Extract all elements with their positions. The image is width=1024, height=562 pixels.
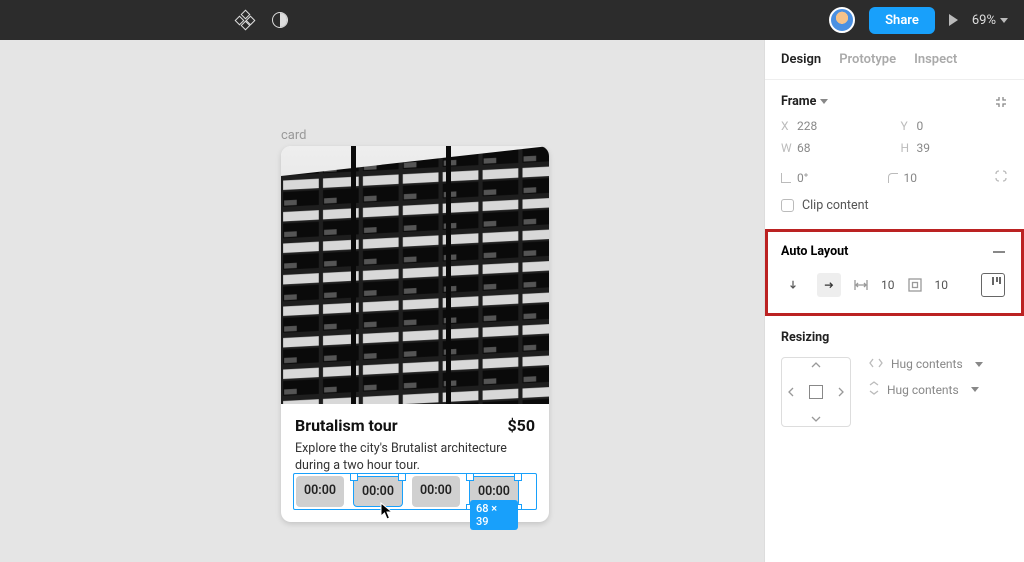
properties-panel: Design Prototype Inspect Frame X228 Y0 W… (764, 40, 1024, 562)
time-chip[interactable]: 00:00 (296, 476, 344, 507)
components-icon[interactable] (236, 11, 254, 29)
vertical-hug-icon (869, 381, 879, 398)
spacing-between-icon (853, 278, 869, 292)
chevron-down-icon (971, 387, 979, 392)
chevron-down-icon (1000, 18, 1008, 23)
direction-horizontal-button[interactable] (817, 273, 841, 297)
card-body: Brutalism tour $50 Explore the city's Br… (281, 404, 549, 522)
zoom-dropdown[interactable]: 69% (972, 13, 1008, 28)
vertical-resizing-dropdown[interactable]: Hug contents (869, 381, 983, 398)
auto-layout-label: Auto Layout (781, 244, 848, 259)
card-title: Brutalism tour (295, 416, 398, 435)
chevron-down-icon (975, 362, 983, 367)
direction-vertical-button[interactable] (781, 273, 805, 297)
selection-dimensions: 68 × 39 (470, 500, 518, 530)
avatar[interactable] (829, 7, 855, 33)
rotation-field[interactable]: 0° (781, 171, 876, 185)
frame-properties: X228 Y0 W68 H39 (781, 119, 1008, 155)
chevron-down-icon (820, 99, 828, 104)
resize-to-fit-icon[interactable] (994, 95, 1008, 109)
card-image (281, 146, 549, 404)
remove-autolayout-icon[interactable] (993, 251, 1005, 253)
y-field[interactable]: Y0 (901, 119, 1009, 133)
share-button[interactable]: Share (869, 7, 935, 34)
topbar: Share 69% (0, 0, 1024, 40)
h-field[interactable]: H39 (901, 141, 1009, 155)
x-field[interactable]: X228 (781, 119, 889, 133)
card-description: Explore the city's Brutalist architectur… (295, 441, 535, 475)
chips-row[interactable]: 00:00 00:00 00:00 00:00 68 × 39 (293, 473, 537, 510)
w-field[interactable]: W68 (781, 141, 889, 155)
canvas[interactable]: card Brutalism t (0, 40, 764, 562)
constraint-widget[interactable] (781, 357, 851, 427)
tab-prototype[interactable]: Prototype (839, 52, 896, 67)
padding-icon (907, 277, 923, 293)
alignment-button[interactable] (981, 273, 1005, 297)
zoom-value: 69% (972, 13, 996, 28)
horizontal-hug-icon (869, 357, 883, 371)
horizontal-resizing-dropdown[interactable]: Hug contents (869, 357, 983, 371)
panel-tabs: Design Prototype Inspect (765, 40, 1024, 80)
clip-content-toggle[interactable]: Clip content (781, 198, 1008, 213)
auto-layout-section: Auto Layout 10 10 (765, 229, 1024, 316)
angle-icon (781, 173, 791, 183)
layer-label[interactable]: card (281, 128, 307, 143)
corner-radius-field[interactable]: 10 (888, 171, 983, 185)
card-price: $50 (507, 416, 535, 435)
time-chip[interactable]: 00:00 (412, 476, 460, 507)
mask-icon[interactable] (272, 12, 288, 28)
time-chip[interactable]: 00:00 (353, 476, 403, 507)
tab-inspect[interactable]: Inspect (914, 52, 957, 67)
corner-radius-icon (888, 173, 898, 183)
independent-corners-icon[interactable] (994, 169, 1008, 186)
spacing-field[interactable]: 10 (881, 278, 895, 292)
checkbox-icon (781, 199, 794, 212)
padding-field[interactable]: 10 (935, 278, 949, 292)
frame-section-label[interactable]: Frame (781, 94, 828, 109)
present-icon[interactable] (949, 14, 958, 26)
time-chip[interactable]: 00:00 68 × 39 (469, 476, 519, 507)
card-frame[interactable]: Brutalism tour $50 Explore the city's Br… (281, 146, 549, 522)
resizing-label: Resizing (781, 330, 1008, 345)
tab-design[interactable]: Design (781, 52, 821, 67)
